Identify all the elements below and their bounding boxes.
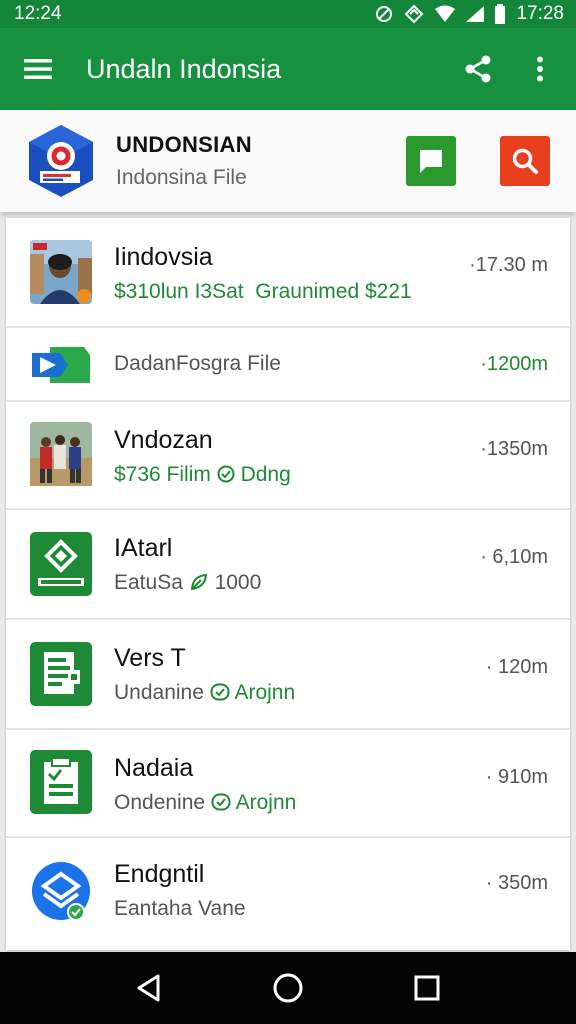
header-card: UNDONSIAN Indonsina File [0,110,576,212]
recents-button[interactable] [403,964,451,1012]
list-item-detail: Arojnn [235,791,297,814]
list-item[interactable]: Vers T Undanine Arojnn · 120m [6,620,570,730]
chat-button[interactable] [406,136,456,186]
list-item[interactable]: Vndozan $736 Filim Ddng ·1350m [6,402,570,510]
list-item-price: $736 Filim [114,463,211,486]
list-item-subtitle: DadanFosgra File [114,352,281,375]
photo-person-thumbnail [30,240,92,304]
status-time-right: 17:28 [516,3,564,24]
drive-file-icon [32,347,90,383]
hamburger-menu-icon [24,59,52,79]
signal-icon [466,6,485,22]
status-icons [374,4,506,24]
status-right: 17:28 [374,3,564,25]
list-item-time: · 6,10m [480,546,548,568]
list-item-detail: Arojnn [234,681,296,704]
system-nav-bar [0,952,576,1024]
status-time-left: 12:24 [14,3,62,24]
app-bar: Undaln Indonsia [0,28,576,110]
list-item[interactable]: Iindovsia $310lun I3Sat Graunimed $221 ·… [6,218,570,328]
app-logo-icon [29,125,93,197]
list-item-text: Iindovsia $310lun I3Sat Graunimed $221 [114,243,412,304]
share-icon [465,55,491,83]
app-title: Undaln Indonsia [86,53,282,84]
list-item-time: ·1200m [480,353,548,375]
more-options-button[interactable] [528,49,552,89]
list-item-subtitle: Undanine Arojnn [114,681,295,705]
share-button[interactable] [458,49,498,89]
header-title: UNDONSIAN [116,132,252,157]
list-item-time: ·1350m [480,438,548,460]
search-icon [512,148,538,174]
list-item-text: Vndozan $736 Filim Ddng [114,426,291,487]
blue-layers-icon [32,862,90,921]
menu-button[interactable] [20,51,56,87]
list-item-text: Nadaia Ondenine Arojnn [114,754,296,815]
list-item-title: Vndozan [114,426,213,454]
list-item-detail: 1000 [214,571,262,594]
list-item-subtitle: Ondenine Arojnn [114,791,296,815]
list-item[interactable]: IAtarl EatuSa 1000 · 6,10m [6,510,570,620]
list-item-text: Vers T Undanine Arojnn [114,644,295,705]
list-item-subtitle: $310lun I3Sat Graunimed $221 [114,280,412,304]
leaf-icon [190,573,207,591]
chat-icon [420,150,442,173]
list-item-subtitle: EatuSa 1000 [114,571,261,595]
list-item-price: $310lun I3Sat [114,280,244,303]
recents-square-icon [414,975,440,1001]
list-item-text: Endgntil Eantaha Vane [114,860,246,921]
check-badge-icon [211,793,231,811]
list-item-subtitle: Eantaha Vane [114,897,246,920]
list-item-time: · 120m [485,656,548,678]
list-item-text: DadanFosgra File [114,352,281,376]
list-item[interactable]: DadanFosgra File ·1200m [6,328,570,402]
list-item-title: Iindovsia [114,243,213,271]
back-triangle-icon [137,974,160,1002]
list-item-title: Vers T [114,644,186,672]
hotspot-icon [405,4,424,24]
list-item-title: Nadaia [114,754,194,782]
search-button[interactable] [500,136,550,186]
home-button[interactable] [264,964,312,1012]
list-item-text: IAtarl EatuSa 1000 [114,534,261,595]
wifi-icon [435,5,456,22]
list-item-detail: Ddng [240,463,291,486]
list-item-price: Undanine [114,681,204,704]
back-button[interactable] [125,964,173,1012]
list-item-subtitle: $736 Filim Ddng [114,463,291,487]
file-list: Iindovsia $310lun I3Sat Graunimed $221 ·… [6,218,570,950]
list-item[interactable]: Nadaia Ondenine Arojnn · 910m [6,730,570,838]
check-badge-icon [210,683,230,701]
list-item[interactable]: Endgntil Eantaha Vane · 350m [6,838,570,950]
dnd-icon [376,6,393,22]
status-bar: 12:24 17:28 [0,0,576,28]
list-item-price: Ondenine [114,791,206,814]
list-item-detail: Graunimed $221 [255,280,412,303]
header-subtitle: Indonsina File [116,166,247,189]
list-item-price: EatuSa [114,571,183,594]
green-clipboard-icon [30,750,92,814]
battery-icon [495,4,506,24]
green-form-icon [30,642,92,706]
list-item-time: · 350m [485,872,548,894]
list-item-time: ·17.30 m [469,254,548,276]
list-item-title: Endgntil [114,860,205,888]
more-vert-icon [537,56,543,82]
home-circle-icon [273,973,303,1003]
check-circle-icon [217,465,235,483]
header-text: UNDONSIAN Indonsina File [116,132,406,190]
photo-group-thumbnail [30,422,92,486]
list-item-title: IAtarl [114,534,173,562]
green-diamond-app-icon [30,532,92,596]
list-item-time: · 910m [485,766,548,788]
